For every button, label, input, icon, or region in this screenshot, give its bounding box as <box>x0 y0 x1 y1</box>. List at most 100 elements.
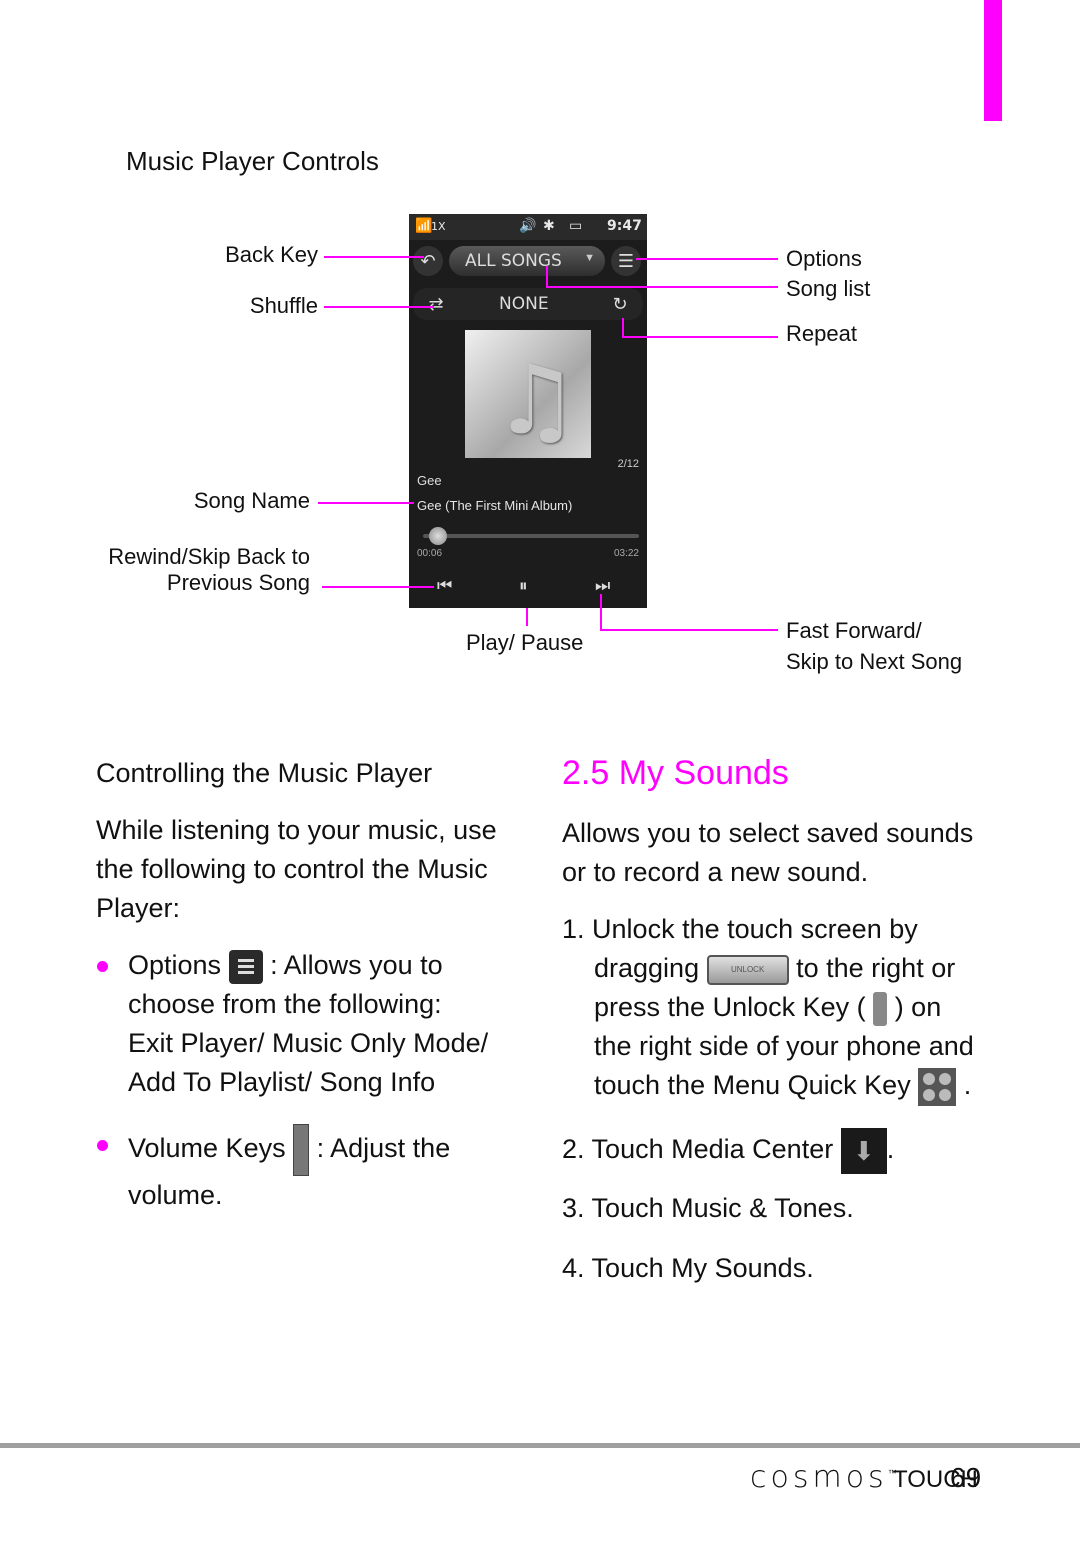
previous-track-button[interactable]: ⏮ <box>437 576 452 596</box>
options-line: choose from the following: <box>128 989 442 1019</box>
back-arrow-icon: ↶ <box>420 251 436 271</box>
section-title-my-sounds: 2.5 My Sounds <box>562 754 789 792</box>
dropdown-arrow-icon: ▼ <box>584 252 595 264</box>
bullet-dot <box>97 961 108 972</box>
intro-line: Allows you to select saved sounds <box>562 818 974 848</box>
step-number: 3. <box>562 1193 585 1223</box>
brand-logo: cosmos™ <box>750 1460 901 1495</box>
battery-icon: ▭ <box>569 218 583 234</box>
callout-ff-2: Skip to Next Song <box>786 649 963 674</box>
repeat-button[interactable]: ↻ <box>605 289 635 319</box>
callout-line-song-list <box>546 286 778 288</box>
unlock-key-label: Unlock Key <box>712 992 850 1022</box>
callout-shuffle: Shuffle <box>249 293 318 318</box>
volume-line: volume. <box>128 1180 223 1210</box>
callout-rewind-2: Previous Song <box>166 570 310 595</box>
unlock-slider-icon: UNLOCK <box>706 954 789 985</box>
callout-ff-1: Fast Forward/ <box>786 618 922 643</box>
intro-line: the following to control the Music <box>96 854 488 884</box>
album-art: ♫ <box>465 330 591 458</box>
shuffle-icon: ⇄ <box>428 294 444 314</box>
step-number: 1. <box>562 914 585 944</box>
step-text: touch the <box>594 1070 706 1100</box>
step-text: Touch <box>591 1253 664 1283</box>
media-center-label: Media Center <box>671 1134 834 1165</box>
callout-line-rewind <box>322 586 434 588</box>
track-count: 2/12 <box>617 458 639 470</box>
options-list: Exit Player/ Music Only Mode/ <box>128 1028 489 1058</box>
song-title: Gee <box>417 473 442 488</box>
volume-icon: 🔊 <box>519 218 537 234</box>
callout-rewind-1: Rewind/Skip Back to <box>108 544 310 569</box>
back-key-button[interactable]: ↶ <box>413 246 443 276</box>
options-desc: : Allows you to <box>270 950 443 980</box>
volume-bullet: Volume Keys : Adjust the volume. <box>128 1124 450 1215</box>
intro-paragraph: While listening to your music, use the f… <box>96 811 497 928</box>
intro-line: While listening to your music, use <box>96 815 497 845</box>
volume-keys-icon <box>293 1124 310 1176</box>
step-text: . <box>806 1253 814 1283</box>
my-sounds-intro: Allows you to select saved sounds or to … <box>562 814 973 892</box>
callout-play-pause: Play/ Pause <box>466 630 584 655</box>
callout-back-key: Back Key <box>225 242 318 267</box>
skip-forward-icon: ⏭ <box>595 576 611 596</box>
options-label: Options <box>128 950 222 980</box>
volume-desc: : Adjust the <box>316 1133 451 1164</box>
next-track-button[interactable]: ⏭ <box>595 576 610 596</box>
callout-song-list: Song list <box>786 276 871 301</box>
step-text: ) on <box>894 992 942 1022</box>
progress-track[interactable] <box>423 534 639 538</box>
callout-line-ff <box>600 629 778 631</box>
step-text: to the right or <box>796 953 956 983</box>
options-button[interactable]: ☰ <box>611 246 641 276</box>
footer-divider <box>0 1443 1080 1448</box>
song-album: Gee (The First Mini Album) <box>417 498 573 513</box>
elapsed-time: 00:06 <box>417 548 443 559</box>
callout-line-play <box>526 608 528 626</box>
network-label: 1X <box>431 220 446 233</box>
repeat-icon: ↻ <box>612 294 628 314</box>
skip-back-icon: ⏮ <box>437 576 453 596</box>
music-tones-label: Music & Tones <box>671 1193 847 1223</box>
step-3: 3. Touch Music & Tones. <box>562 1189 854 1228</box>
callout-line-repeat-v <box>622 318 624 338</box>
song-list-dropdown[interactable]: ALL SONGS ▼ <box>449 246 605 276</box>
volume-label: Volume Keys <box>128 1133 286 1164</box>
options-list: Add To Playlist/ Song Info <box>128 1067 436 1097</box>
my-sounds-label: My Sounds <box>671 1253 807 1283</box>
bluetooth-icon: ✱ <box>543 218 555 234</box>
callout-repeat: Repeat <box>786 321 857 346</box>
signal-icon: 📶 <box>415 218 433 234</box>
pause-icon: ⏸ <box>519 576 528 596</box>
repeat-mode-label: NONE <box>499 294 549 314</box>
callout-line-ff-v <box>600 594 602 630</box>
menu-quick-key-label: Menu Quick Key <box>712 1070 911 1100</box>
brand-name: cosmos <box>750 1460 888 1495</box>
play-pause-button[interactable]: ⏸ <box>519 576 528 596</box>
intro-line: Player: <box>96 893 181 923</box>
intro-line: or to record a new sound. <box>562 857 869 887</box>
unlock-key-icon <box>873 991 888 1026</box>
callout-song-name: Song Name <box>193 488 310 513</box>
step-text: . <box>886 1134 895 1165</box>
clock: 9:47 <box>607 218 642 234</box>
step-text: Touch <box>591 1134 664 1165</box>
step-number: 4. <box>562 1253 585 1283</box>
callout-line-shuffle <box>324 306 434 308</box>
phone-screenshot: 📶 1X 🔊 ✱ ▭ 9:47 ↶ ALL SONGS ▼ ☰ ⇄ NONE ↻… <box>409 214 647 608</box>
options-bullet: Options : Allows you to choose from the … <box>128 946 488 1102</box>
step-text: ( <box>856 992 866 1022</box>
step-4: 4. Touch My Sounds. <box>562 1249 814 1288</box>
step-1: 1. Unlock the touch screen by dragging U… <box>562 910 974 1106</box>
chapter-tab-marker <box>984 0 1002 121</box>
status-bar: 📶 1X 🔊 ✱ ▭ 9:47 <box>409 214 647 240</box>
callout-line-song-name <box>318 502 414 504</box>
music-note-icon: ♫ <box>493 344 580 456</box>
step-number: 2. <box>562 1134 585 1165</box>
shuffle-button[interactable]: ⇄ <box>421 289 451 319</box>
step-text: press the <box>594 992 706 1022</box>
progress-knob[interactable] <box>429 527 448 545</box>
step-text: Unlock the touch screen by <box>592 914 918 944</box>
callout-line-back <box>324 256 424 258</box>
total-time: 03:22 <box>613 548 639 559</box>
